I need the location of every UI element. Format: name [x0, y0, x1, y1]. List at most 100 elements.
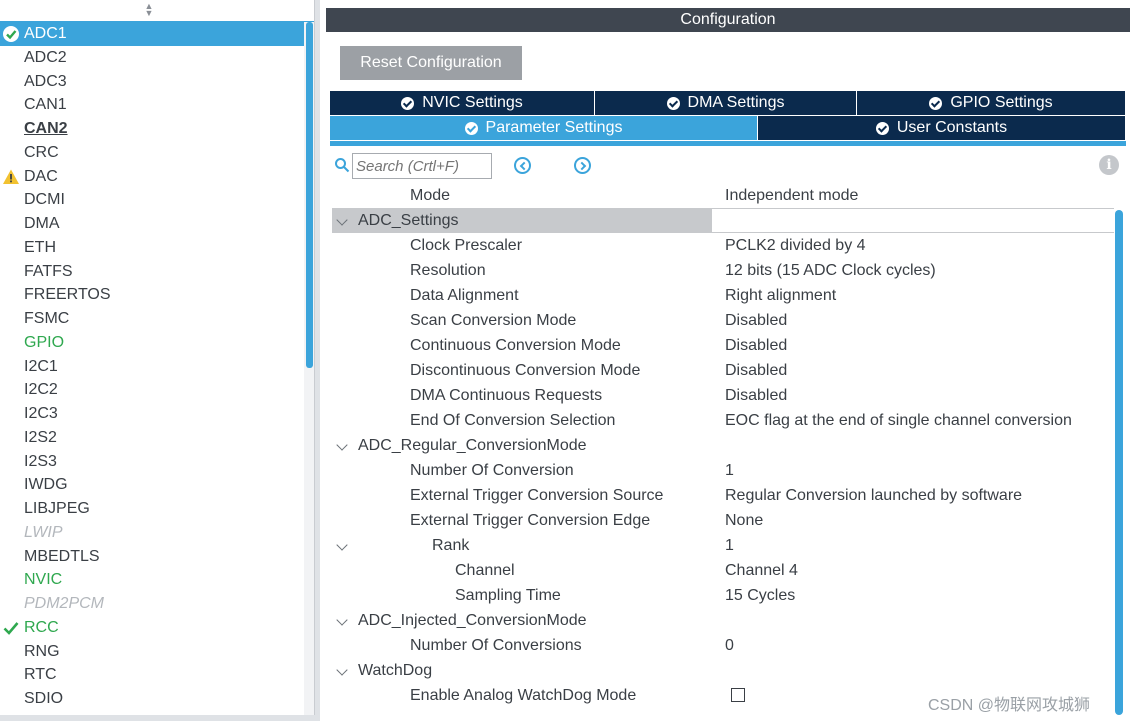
peripheral-item-freertos[interactable]: FREERTOS [0, 283, 304, 307]
parameter-row[interactable]: Clock Prescaler PCLK2 divided by 4 [332, 233, 1114, 258]
parameter-row[interactable]: Discontinuous Conversion Mode Disabled [332, 358, 1114, 383]
parameter-table: Mode Independent mode ADC_Settings Clock Pr… [332, 183, 1114, 708]
peripheral-label: ADC2 [24, 48, 67, 66]
sort-bar[interactable]: ▲ ▼ [0, 0, 314, 22]
reset-configuration-button[interactable]: Reset Configuration [340, 46, 522, 80]
parameter-value[interactable]: Independent mode [725, 183, 858, 208]
peripheral-item-mbedtls[interactable]: MBEDTLS [0, 545, 304, 569]
peripheral-item-dma[interactable]: DMA [0, 212, 304, 236]
parameter-group-row[interactable]: ADC_Settings [332, 208, 1114, 233]
parameter-value[interactable]: Right alignment [725, 283, 836, 308]
peripheral-item-rcc[interactable]: RCC [0, 616, 304, 640]
parameter-name: Channel [455, 562, 515, 579]
peripheral-item-pdm2pcm[interactable]: PDM2PCM [0, 592, 304, 616]
peripheral-item-libjpeg[interactable]: LIBJPEG [0, 497, 304, 521]
parameter-row[interactable]: Resolution 12 bits (15 ADC Clock cycles) [332, 258, 1114, 283]
parameter-row[interactable]: External Trigger Conversion Edge None [332, 508, 1114, 533]
peripheral-item-dac[interactable]: DAC [0, 165, 304, 189]
tab-label: User Constants [896, 119, 1008, 136]
scrollbar-thumb[interactable] [306, 22, 313, 368]
peripheral-item-sdio[interactable]: SDIO [0, 687, 304, 711]
parameter-row[interactable]: Rank 1 [332, 533, 1114, 558]
parameter-value[interactable]: Disabled [725, 383, 787, 408]
peripheral-item-crc[interactable]: CRC [0, 141, 304, 165]
peripheral-item-eth[interactable]: ETH [0, 236, 304, 260]
parameter-value[interactable]: None [725, 508, 763, 533]
parameter-row[interactable]: Number Of Conversion 1 [332, 458, 1114, 483]
parameter-row[interactable]: DMA Continuous Requests Disabled [332, 383, 1114, 408]
chevron-down-icon[interactable] [336, 439, 348, 451]
peripheral-scrollbar[interactable] [304, 22, 314, 715]
tab-nvic-settings[interactable]: NVIC Settings [330, 91, 595, 115]
info-icon[interactable]: i [1099, 155, 1119, 175]
parameter-value[interactable]: EOC flag at the end of single channel co… [725, 408, 1072, 433]
search-input[interactable] [352, 153, 492, 179]
search-icon [335, 158, 350, 173]
parameter-value[interactable]: 15 Cycles [725, 583, 795, 608]
chevron-down-icon[interactable] [336, 664, 348, 676]
parameter-row[interactable]: Mode Independent mode [332, 183, 1114, 208]
tab-gpio-settings[interactable]: GPIO Settings [857, 91, 1126, 115]
parameter-value[interactable]: 0 [725, 633, 734, 658]
parameter-group-row[interactable]: WatchDog [332, 658, 1114, 683]
peripheral-item-can2[interactable]: CAN2 [0, 117, 304, 141]
parameter-name: External Trigger Conversion Source [410, 487, 664, 504]
parameter-row[interactable]: End Of Conversion Selection EOC flag at t… [332, 408, 1114, 433]
peripheral-item-dcmi[interactable]: DCMI [0, 188, 304, 212]
parameter-row[interactable]: Sampling Time 15 Cycles [332, 583, 1114, 608]
parameter-row[interactable]: Scan Conversion Mode Disabled [332, 308, 1114, 333]
parameter-value[interactable]: Disabled [725, 358, 787, 383]
peripheral-item-adc2[interactable]: ADC2 [0, 46, 304, 70]
sort-icon[interactable]: ▲ ▼ [143, 2, 155, 18]
peripheral-item-lwip[interactable]: LWIP [0, 521, 304, 545]
parameter-value[interactable]: 12 bits (15 ADC Clock cycles) [725, 258, 936, 283]
peripheral-label: DMA [24, 215, 60, 232]
tab-parameter-settings[interactable]: Parameter Settings [330, 116, 758, 140]
peripheral-item-adc3[interactable]: ADC3 [0, 70, 304, 94]
peripheral-item-can1[interactable]: CAN1 [0, 93, 304, 117]
parameter-value[interactable]: Disabled [725, 308, 787, 333]
peripheral-item-rtc[interactable]: RTC [0, 663, 304, 687]
parameter-row[interactable]: Data Alignment Right alignment [332, 283, 1114, 308]
parameter-name: Discontinuous Conversion Mode [410, 362, 641, 379]
tab-user-constants[interactable]: User Constants [758, 116, 1126, 140]
peripheral-item-i2s2[interactable]: I2S2 [0, 426, 304, 450]
parameter-value[interactable]: Channel 4 [725, 558, 798, 583]
peripheral-label: RTC [24, 666, 57, 684]
previous-match-icon[interactable] [514, 157, 531, 174]
peripheral-item-fatfs[interactable]: FATFS [0, 260, 304, 284]
parameter-scrollbar[interactable] [1115, 210, 1123, 715]
chevron-down-icon[interactable] [336, 214, 348, 226]
parameter-row[interactable]: Continuous Conversion Mode Disabled [332, 333, 1114, 358]
parameter-value[interactable]: Regular Conversion launched by software [725, 483, 1022, 508]
tab-dma-settings[interactable]: DMA Settings [595, 91, 857, 115]
parameter-name: Data Alignment [410, 287, 519, 304]
peripheral-item-gpio[interactable]: GPIO [0, 331, 304, 355]
parameter-row[interactable]: Channel Channel 4 [332, 558, 1114, 583]
peripheral-item-i2c3[interactable]: I2C3 [0, 402, 304, 426]
peripheral-item-fsmc[interactable]: FSMC [0, 307, 304, 331]
peripheral-item-i2c1[interactable]: I2C1 [0, 355, 304, 379]
chevron-down-icon[interactable] [336, 539, 348, 551]
peripheral-label: NVIC [24, 571, 63, 589]
parameter-value[interactable]: PCLK2 divided by 4 [725, 233, 866, 258]
parameter-group-row[interactable]: ADC_Regular_ConversionMode [332, 433, 1114, 458]
peripheral-item-i2c2[interactable]: I2C2 [0, 378, 304, 402]
next-match-icon[interactable] [574, 157, 591, 174]
parameter-row[interactable]: External Trigger Conversion Source Regula… [332, 483, 1114, 508]
parameter-value[interactable]: 1 [725, 533, 734, 558]
enable-watchdog-checkbox[interactable] [731, 688, 745, 702]
parameter-value[interactable]: 1 [725, 458, 734, 483]
peripheral-item-i2s3[interactable]: I2S3 [0, 450, 304, 474]
peripheral-label: RNG [24, 642, 60, 660]
peripheral-item-iwdg[interactable]: IWDG [0, 473, 304, 497]
peripheral-label: I2C2 [24, 381, 58, 399]
parameter-group-row[interactable]: ADC_Injected_ConversionMode [332, 608, 1114, 633]
peripheral-item-nvic[interactable]: NVIC [0, 568, 304, 592]
peripheral-item-adc1[interactable]: ADC1 [0, 22, 304, 46]
peripheral-label: LWIP [24, 523, 63, 541]
chevron-down-icon[interactable] [336, 614, 348, 626]
parameter-row[interactable]: Number Of Conversions 0 [332, 633, 1114, 658]
parameter-value[interactable]: Disabled [725, 333, 787, 358]
peripheral-item-rng[interactable]: RNG [0, 640, 304, 664]
